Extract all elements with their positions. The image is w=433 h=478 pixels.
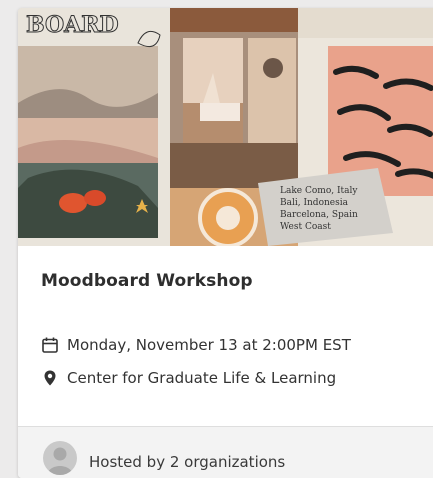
calendar-icon xyxy=(41,336,59,354)
map-pin-icon xyxy=(41,369,59,387)
event-location-row: Center for Graduate Life & Learning xyxy=(41,369,336,387)
avatar-icon xyxy=(43,441,77,475)
event-banner-image[interactable]: BOARD Lake Como, Italy Bali, Indonesia B… xyxy=(18,8,433,246)
event-title[interactable]: Moodboard Workshop xyxy=(41,271,253,291)
banner-board-text: BOARD xyxy=(26,12,119,38)
event-card[interactable]: BOARD Lake Como, Italy Bali, Indonesia B… xyxy=(18,8,433,478)
event-date-row: Monday, November 13 at 2:00PM EST xyxy=(41,336,351,354)
event-location: Center for Graduate Life & Learning xyxy=(67,369,337,387)
moodboard-collage-image: BOARD Lake Como, Italy Bali, Indonesia B… xyxy=(18,8,433,246)
svg-text:Bali, Indonesia: Bali, Indonesia xyxy=(280,198,349,208)
svg-text:West Coast: West Coast xyxy=(280,222,331,232)
event-date: Monday, November 13 at 2:00PM EST xyxy=(67,336,351,354)
svg-text:Barcelona, Spain: Barcelona, Spain xyxy=(280,210,358,220)
event-hosts-footer[interactable]: Hosted by 2 organizations xyxy=(18,426,433,478)
svg-text:Lake Como, Italy: Lake Como, Italy xyxy=(280,186,358,196)
hosted-by-text[interactable]: Hosted by 2 organizations xyxy=(89,453,285,471)
